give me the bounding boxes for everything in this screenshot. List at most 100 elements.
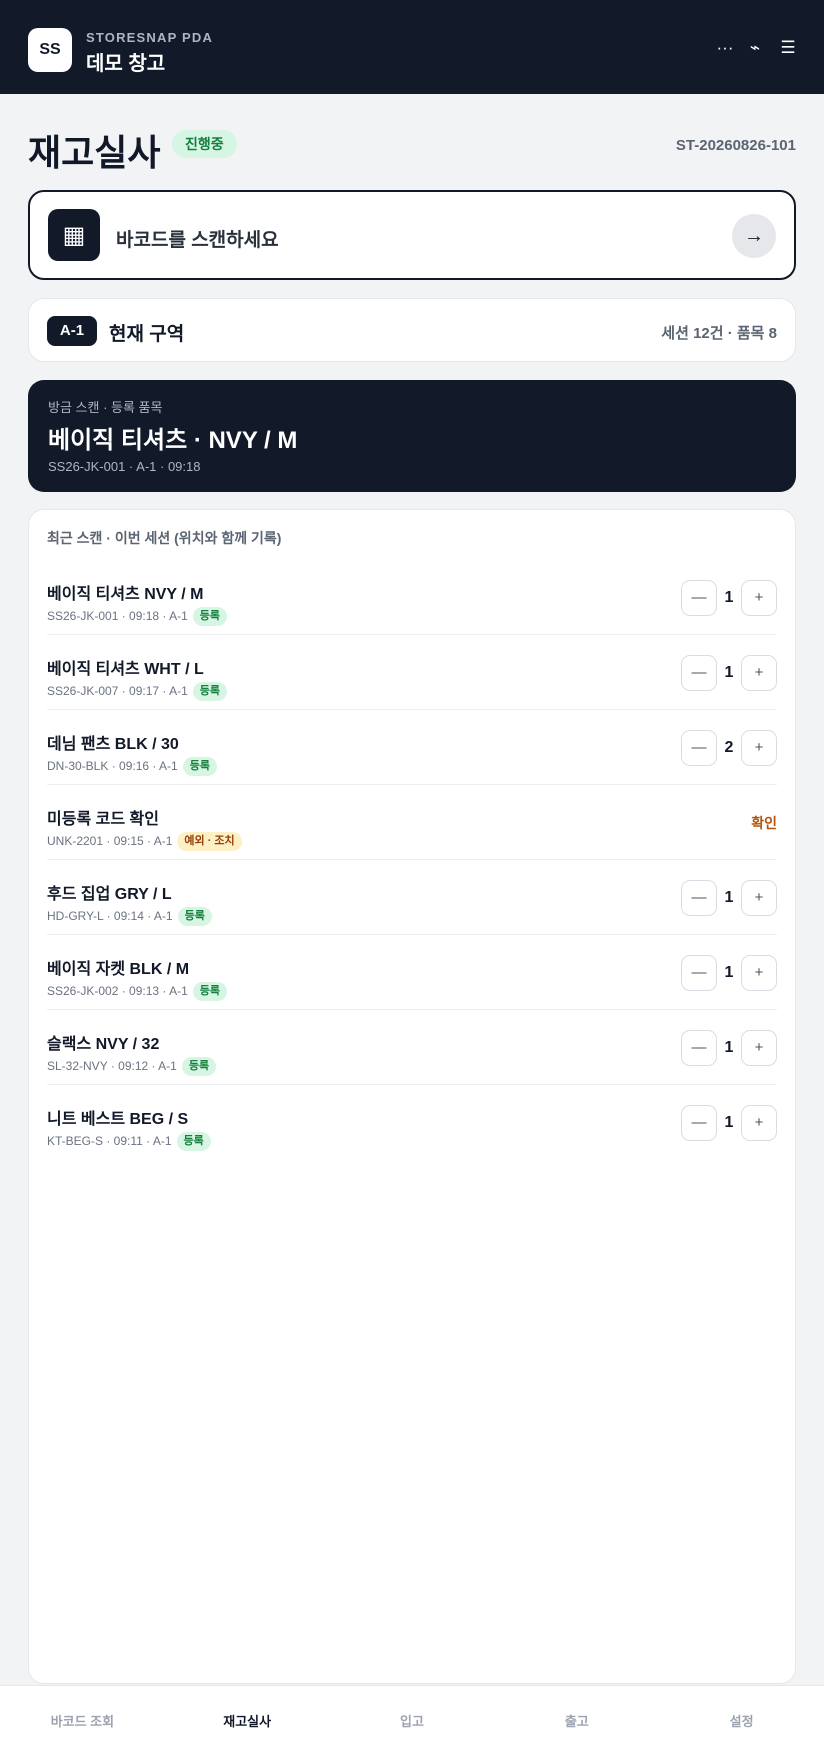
- scan-submit-button[interactable]: →: [732, 214, 776, 258]
- nav-item-barcode-lookup[interactable]: 바코드 조회: [0, 1686, 165, 1760]
- item-meta: UNK-2201 · 09:15 · A-1 예외 · 조치: [47, 831, 242, 851]
- app-header: SS STORESNAP PDA 데모 창고 ··· ⌁ ☰: [0, 0, 824, 94]
- status-badge: 등록: [192, 981, 227, 1001]
- list-item[interactable]: 후드 집업 GRY / L HD-GRY-L · 09:14 · A-1 등록 …: [47, 860, 777, 935]
- item-meta: SS26-JK-001 · 09:18 · A-1 등록: [47, 606, 227, 626]
- decrease-button[interactable]: —: [681, 580, 717, 616]
- bottom-nav: 바코드 조회 재고실사 입고 출고 설정: [0, 1685, 824, 1760]
- last-scan-meta: SS26-JK-001 · A-1 · 09:18: [48, 459, 201, 474]
- status-badge: 등록: [192, 606, 227, 626]
- quantity-value: 1: [724, 589, 734, 606]
- increase-button[interactable]: +: [741, 1030, 777, 1066]
- item-meta: SS26-JK-007 · 09:17 · A-1 등록: [47, 681, 227, 701]
- quantity-value: 1: [724, 889, 734, 906]
- quantity-value: 1: [724, 1039, 734, 1056]
- status-badge: 등록: [192, 681, 227, 701]
- nav-item-stocktake[interactable]: 재고실사: [165, 1686, 330, 1760]
- status-badge: 등록: [181, 1056, 217, 1076]
- increase-button[interactable]: +: [741, 655, 777, 691]
- increase-button[interactable]: +: [741, 1105, 777, 1141]
- decrease-button[interactable]: —: [681, 880, 717, 916]
- item-meta: SL-32-NVY · 09:12 · A-1 등록: [47, 1056, 217, 1076]
- quantity-value: 2: [724, 739, 734, 756]
- increase-button[interactable]: +: [741, 730, 777, 766]
- list-item[interactable]: 베이직 티셔츠 WHT / L SS26-JK-007 · 09:17 · A-…: [47, 635, 777, 710]
- item-meta: SS26-JK-002 · 09:13 · A-1 등록: [47, 981, 227, 1001]
- quantity-value: 1: [724, 664, 734, 681]
- recent-scans-card: 최근 스캔 · 이번 세션 (위치와 함께 기록) 베이직 티셔츠 NVY / …: [28, 509, 796, 1684]
- item-meta-text: SS26-JK-007 · 09:17 · A-1: [47, 684, 188, 698]
- barcode-scan-input[interactable]: ▦ 바코드를 스캔하세요 →: [28, 190, 796, 280]
- item-name: 베이직 자켓 BLK / M: [47, 961, 190, 978]
- quantity-stepper: — 1 +: [681, 1105, 777, 1141]
- recent-heading: 최근 스캔 · 이번 세션 (위치와 함께 기록): [47, 530, 282, 546]
- menu-icon[interactable]: ☰: [776, 36, 800, 60]
- scan-placeholder: 바코드를 스캔하세요: [116, 230, 279, 251]
- item-meta-text: DN-30-BLK · 09:16 · A-1: [47, 759, 178, 773]
- item-name: 슬랙스 NVY / 32: [47, 1036, 160, 1053]
- exception-badge: 예외 · 조치: [177, 831, 242, 851]
- zone-label: 현재 구역: [109, 324, 185, 345]
- last-scan-caption: 방금 스캔 · 등록 품목: [48, 400, 163, 415]
- confirm-button[interactable]: 확인: [751, 813, 777, 833]
- item-meta-text: SS26-JK-001 · 09:18 · A-1: [47, 609, 188, 623]
- item-meta: DN-30-BLK · 09:16 · A-1 등록: [47, 756, 217, 776]
- session-id: ST-20260826-101: [675, 137, 796, 154]
- status-badge: 등록: [182, 756, 217, 776]
- decrease-button[interactable]: —: [681, 955, 717, 991]
- item-meta-text: HD-GRY-L · 09:14 · A-1: [47, 909, 173, 923]
- quantity-stepper: — 1 +: [681, 880, 777, 916]
- quantity-stepper: — 1 +: [681, 1030, 777, 1066]
- barcode-icon: ▦: [48, 209, 100, 261]
- list-item[interactable]: 미등록 코드 확인 UNK-2201 · 09:15 · A-1 예외 · 조치…: [47, 785, 777, 860]
- more-icon[interactable]: ···: [713, 36, 737, 60]
- status-badge: 등록: [176, 1131, 211, 1151]
- increase-button[interactable]: +: [741, 580, 777, 616]
- app-subtitle: STORESNAP PDA: [86, 30, 214, 45]
- current-zone-card[interactable]: A-1 현재 구역 세션 12건 · 품목 8: [28, 298, 796, 362]
- item-meta-text: KT-BEG-S · 09:11 · A-1: [47, 1134, 172, 1148]
- status-badge: 진행중: [172, 130, 237, 158]
- page-title: 재고실사: [28, 132, 161, 173]
- list-item[interactable]: 데님 팬츠 BLK / 30 DN-30-BLK · 09:16 · A-1 등…: [47, 710, 777, 785]
- item-name: 니트 베스트 BEG / S: [47, 1111, 189, 1128]
- quantity-stepper: — 1 +: [681, 955, 777, 991]
- decrease-button[interactable]: —: [681, 1105, 717, 1141]
- item-meta-text: SS26-JK-002 · 09:13 · A-1: [47, 984, 188, 998]
- item-name: 후드 집업 GRY / L: [47, 886, 172, 903]
- item-name: 데님 팬츠 BLK / 30: [47, 736, 179, 753]
- item-meta-text: SL-32-NVY · 09:12 · A-1: [47, 1059, 177, 1073]
- quantity-stepper: — 2 +: [681, 730, 777, 766]
- decrease-button[interactable]: —: [681, 655, 717, 691]
- last-scan-card: 방금 스캔 · 등록 품목 베이직 티셔츠 · NVY / M SS26-JK-…: [28, 380, 796, 492]
- nav-item-outbound[interactable]: 출고: [494, 1686, 659, 1760]
- decrease-button[interactable]: —: [681, 730, 717, 766]
- item-meta: HD-GRY-L · 09:14 · A-1 등록: [47, 906, 212, 926]
- recent-scan-list: 베이직 티셔츠 NVY / M SS26-JK-001 · 09:18 · A-…: [47, 560, 777, 1160]
- nav-item-settings[interactable]: 설정: [659, 1686, 824, 1760]
- item-name: 미등록 코드 확인: [47, 811, 159, 828]
- increase-button[interactable]: +: [741, 880, 777, 916]
- item-meta-text: UNK-2201 · 09:15 · A-1: [47, 834, 173, 848]
- item-name: 베이직 티셔츠 NVY / M: [47, 586, 204, 603]
- status-badge: 등록: [177, 906, 212, 926]
- last-scan-title: 베이직 티셔츠 · NVY / M: [48, 427, 298, 454]
- app-logo: SS: [28, 28, 72, 72]
- list-item[interactable]: 베이직 자켓 BLK / M SS26-JK-002 · 09:13 · A-1…: [47, 935, 777, 1010]
- nav-item-inbound[interactable]: 입고: [330, 1686, 495, 1760]
- quantity-value: 1: [724, 1114, 734, 1131]
- increase-button[interactable]: +: [741, 955, 777, 991]
- signal-icon[interactable]: ⌁: [743, 36, 767, 60]
- zone-code-badge: A-1: [47, 316, 97, 346]
- quantity-stepper: — 1 +: [681, 580, 777, 616]
- quantity-value: 1: [724, 964, 734, 981]
- item-meta: KT-BEG-S · 09:11 · A-1 등록: [47, 1131, 211, 1151]
- list-item[interactable]: 니트 베스트 BEG / S KT-BEG-S · 09:11 · A-1 등록…: [47, 1085, 777, 1160]
- decrease-button[interactable]: —: [681, 1030, 717, 1066]
- zone-stats: 세션 12건 · 품목 8: [661, 325, 777, 342]
- item-name: 베이직 티셔츠 WHT / L: [47, 661, 204, 678]
- quantity-stepper: — 1 +: [681, 655, 777, 691]
- list-item[interactable]: 베이직 티셔츠 NVY / M SS26-JK-001 · 09:18 · A-…: [47, 560, 777, 635]
- list-item[interactable]: 슬랙스 NVY / 32 SL-32-NVY · 09:12 · A-1 등록 …: [47, 1010, 777, 1085]
- warehouse-name: 데모 창고: [86, 53, 166, 75]
